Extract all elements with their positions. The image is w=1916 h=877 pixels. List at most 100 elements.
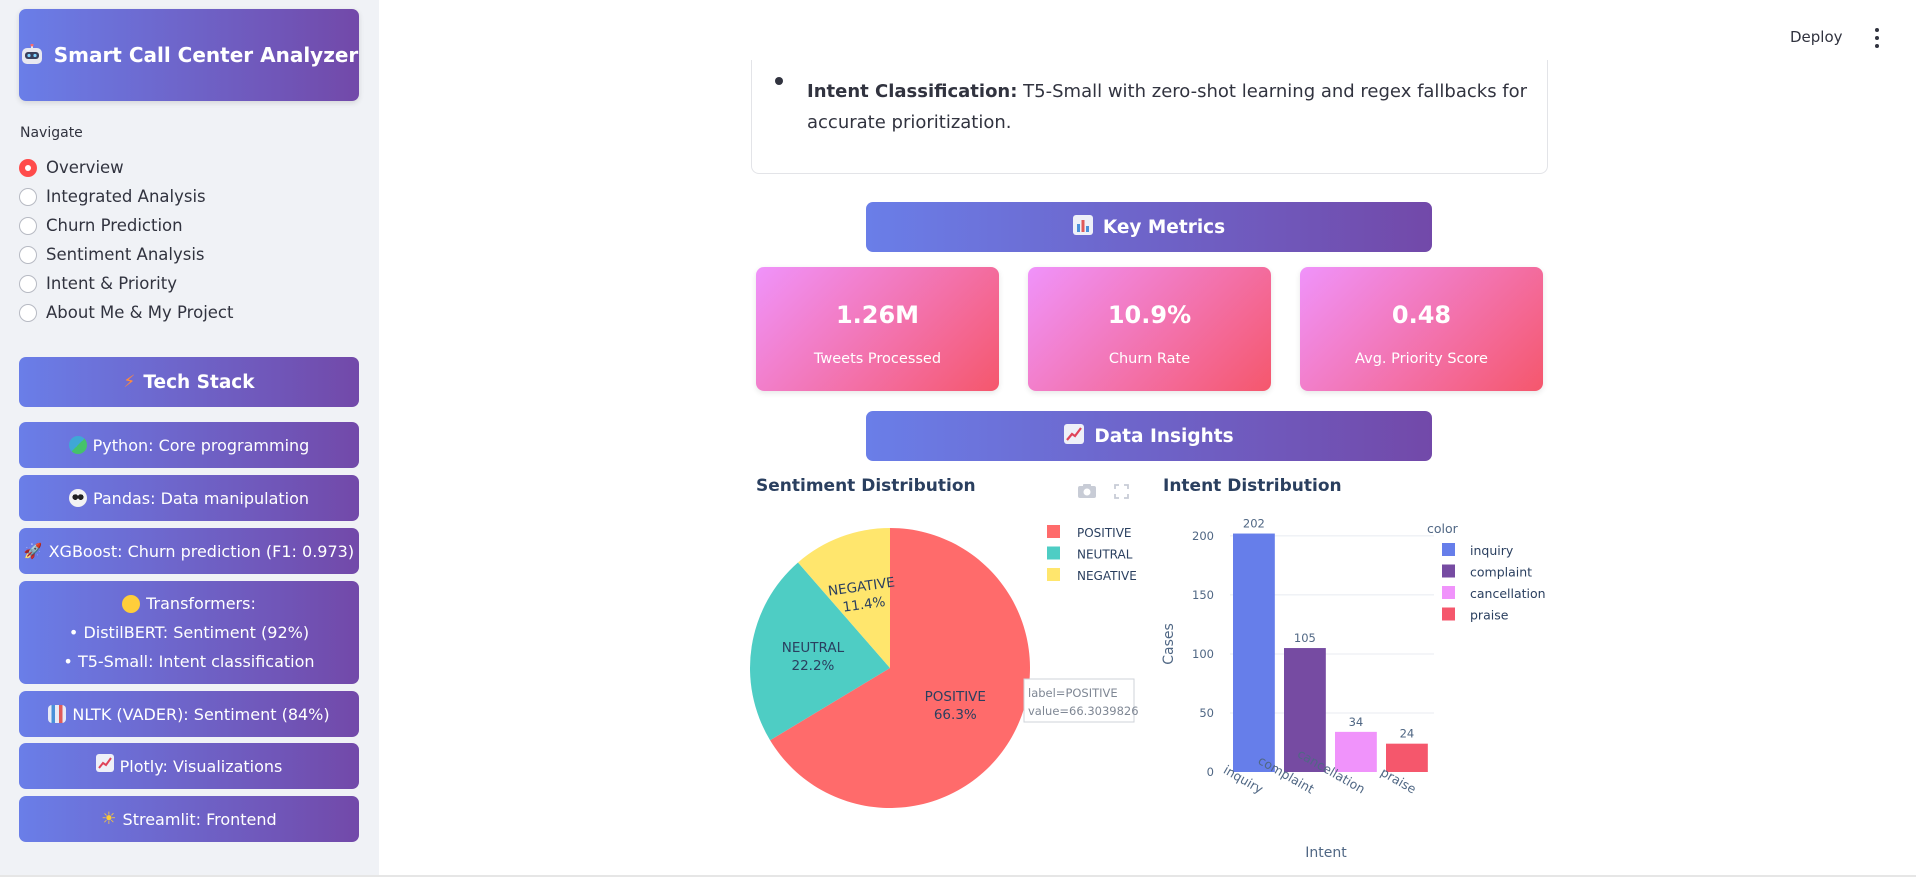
legend-title: color [1427, 521, 1459, 536]
pie-slice-percent: 66.3% [934, 707, 977, 723]
bar-inquiry[interactable] [1233, 533, 1275, 772]
data-insights-header: Data Insights [866, 411, 1432, 461]
tech-item-label: Pandas: Data manipulation [92, 488, 310, 508]
legend-swatch [1047, 568, 1060, 581]
intent-classification-text: Intent Classification: T5-Small with zer… [807, 76, 1537, 138]
lightning-icon: ⚡ [123, 372, 136, 392]
nav-option-overview[interactable]: Overview [19, 153, 233, 182]
panda-icon [68, 489, 87, 507]
sentiment-pie-chart: POSITIVE66.3%NEUTRAL22.2%NEGATIVE11.4% P… [750, 525, 1139, 808]
legend-label-negative[interactable]: NEGATIVE [1077, 569, 1137, 583]
nav-option-about-me[interactable]: About Me & My Project [19, 298, 233, 327]
pie-slice-percent: 22.2% [791, 658, 834, 674]
tech-item-label: Python: Core programming [92, 435, 310, 455]
radio-unselected-icon [19, 303, 37, 322]
radio-unselected-icon [19, 245, 37, 264]
pie-slice-label: NEUTRAL [782, 640, 845, 656]
tech-item-nltk[interactable]: NLTK (VADER): Sentiment (84%) [19, 691, 359, 737]
nav-option-label: Churn Prediction [46, 216, 183, 235]
trend-chart-icon [95, 752, 114, 781]
radio-selected-icon [19, 158, 37, 177]
tech-item-xgboost[interactable]: 🚀 XGBoost: Churn prediction (F1: 0.973) [19, 528, 359, 574]
tech-item-label: Plotly: Visualizations [119, 756, 283, 776]
main-menu-icon[interactable] [1872, 28, 1882, 48]
metric-card-churn: 10.9% Churn Rate [1028, 267, 1271, 391]
hover-label-text: label=POSITIVE [1028, 686, 1118, 700]
nav-option-sentiment-analysis[interactable]: Sentiment Analysis [19, 240, 233, 269]
nav-option-integrated-analysis[interactable]: Integrated Analysis [19, 182, 233, 211]
navigate-label: Navigate [20, 125, 83, 141]
pie-slice-label: POSITIVE [925, 689, 986, 705]
radio-unselected-icon [19, 187, 37, 206]
python-icon [68, 436, 87, 454]
nav-option-label: Intent & Priority [46, 274, 177, 293]
tech-item-pandas[interactable]: Pandas: Data manipulation [19, 475, 359, 521]
metric-label: Avg. Priority Score [1355, 351, 1488, 367]
y-tick-label: 150 [1192, 588, 1214, 602]
y-tick-label: 200 [1192, 529, 1214, 543]
metric-value: 10.9% [1107, 301, 1192, 329]
tech-stack-header: ⚡ Tech Stack [19, 357, 359, 407]
nav-option-label: About Me & My Project [46, 303, 234, 322]
legend-label-positive[interactable]: POSITIVE [1077, 526, 1132, 540]
nav-option-label: Overview [46, 158, 124, 177]
hugging-face-icon [122, 594, 141, 613]
legend-label-neutral[interactable]: NEUTRAL [1077, 548, 1133, 562]
bar-value-label: 24 [1400, 727, 1415, 741]
nav-option-label: Integrated Analysis [46, 187, 206, 206]
y-tick-label: 50 [1199, 706, 1214, 720]
sidebar: Smart Call Center Analyzer Navigate Over… [0, 0, 379, 877]
intent-classification-card: Intent Classification: T5-Small with zer… [751, 60, 1548, 174]
tech-item-plotly[interactable]: Plotly: Visualizations [19, 743, 359, 789]
legend-label-praise[interactable]: praise [1470, 608, 1509, 623]
tech-item-streamlit[interactable]: ☀ Streamlit: Frontend [19, 796, 359, 842]
tech-item-sublabel: • DistilBERT: Sentiment (92%) [68, 623, 310, 642]
deploy-button[interactable]: Deploy [1790, 28, 1843, 46]
metric-label: Churn Rate [1108, 351, 1191, 367]
legend-swatch [1442, 607, 1455, 621]
trend-chart-icon [1064, 423, 1085, 449]
rocket-icon: 🚀 [23, 541, 43, 560]
metric-card-tweets: 1.26M Tweets Processed [756, 267, 999, 391]
tech-item-label: Streamlit: Frontend [122, 809, 277, 829]
app-title: Smart Call Center Analyzer [53, 43, 359, 67]
tech-item-transformers[interactable]: Transformers: • DistilBERT: Sentiment (9… [19, 581, 359, 684]
navigation-radio-group: Overview Integrated Analysis Churn Predi… [19, 153, 233, 327]
bar-value-label: 34 [1349, 715, 1364, 729]
tech-item-python[interactable]: Python: Core programming [19, 422, 359, 468]
tech-item-label: XGBoost: Churn prediction (F1: 0.973) [48, 541, 355, 561]
legend-label-inquiry[interactable]: inquiry [1470, 543, 1514, 558]
intent-classification-heading: Intent Classification: [807, 81, 1018, 102]
legend-swatch [1442, 543, 1455, 556]
bar-value-label: 202 [1243, 517, 1265, 531]
bullet-icon [775, 77, 783, 85]
y-tick-label: 0 [1207, 765, 1214, 779]
legend-label-cancellation[interactable]: cancellation [1470, 586, 1546, 601]
y-axis-title: Cases [1161, 623, 1177, 665]
x-axis-title: Intent [1305, 845, 1347, 861]
legend-swatch [1047, 546, 1060, 560]
metric-label: Tweets Processed [813, 351, 942, 367]
legend-swatch [1047, 525, 1060, 538]
data-insights-title: Data Insights [1094, 425, 1234, 447]
key-metrics-title: Key Metrics [1102, 216, 1226, 238]
metric-value: 1.26M [835, 301, 920, 329]
robot-icon [20, 43, 44, 66]
bar-chart-icon [48, 705, 67, 723]
legend-label-complaint[interactable]: complaint [1470, 565, 1532, 580]
pie-hover-tooltip: label=POSITIVE value=66.3039826 [1023, 678, 1139, 723]
nav-option-churn-prediction[interactable]: Churn Prediction [19, 211, 233, 240]
tech-item-label: NLTK (VADER): Sentiment (84%) [72, 704, 330, 724]
metric-value: 0.48 [1391, 301, 1452, 329]
y-tick-label: 100 [1192, 647, 1214, 661]
tech-stack-title: Tech Stack [143, 371, 255, 393]
app-title-banner: Smart Call Center Analyzer [19, 9, 359, 101]
bar-value-label: 105 [1294, 631, 1316, 645]
radio-unselected-icon [19, 274, 37, 293]
tech-item-label: Transformers: [146, 594, 256, 613]
bar-cancellation[interactable] [1335, 731, 1377, 772]
tech-item-sublabel: • T5-Small: Intent classification [63, 652, 315, 671]
nav-option-intent-priority[interactable]: Intent & Priority [19, 269, 233, 298]
intent-bar-chart: 202 105 34 24 0 50 100 150 200 inquiry complaint c… [1161, 517, 1546, 861]
intent-chart-title: Intent Distribution [1163, 476, 1342, 496]
